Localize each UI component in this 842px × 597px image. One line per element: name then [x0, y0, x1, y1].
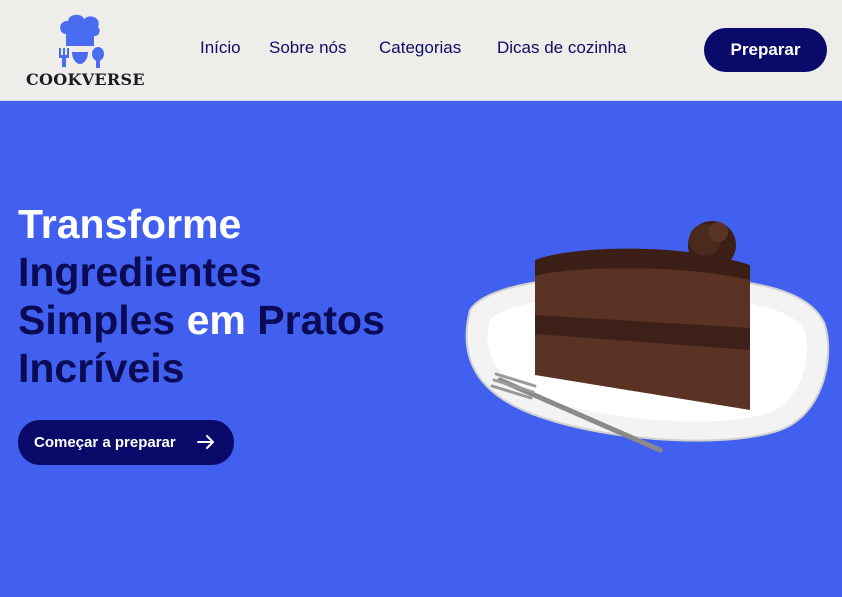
brand-name: COOKVERSE: [26, 70, 145, 89]
brand-logo[interactable]: COOKVERSE: [24, 10, 145, 90]
arrow-right-icon: [197, 435, 214, 449]
headline-line-3b: em: [186, 297, 258, 343]
headline-line-3a: Simples: [18, 297, 187, 343]
start-button-label: Começar a preparar: [34, 434, 176, 451]
chef-hat-utensils-icon: [59, 14, 104, 68]
headline-line-1: Transforme: [18, 201, 242, 247]
headline-line-3c: Pratos: [257, 297, 385, 343]
preparar-button[interactable]: Preparar: [704, 28, 827, 72]
headline-line-2: Ingredientes: [18, 249, 262, 295]
headline-line-4: Incríveis: [18, 345, 185, 391]
nav-dicas-de-cozinha[interactable]: Dicas de cozinha: [497, 38, 626, 58]
site-header: COOKVERSE Início Sobre nós Categorias Di…: [0, 0, 842, 101]
nav-categorias[interactable]: Categorias: [379, 38, 461, 58]
nav-inicio[interactable]: Início: [200, 38, 241, 58]
comecar-a-preparar-button[interactable]: Começar a preparar: [18, 420, 234, 465]
hero-headline: Transforme Ingredientes Simples em Prato…: [18, 200, 438, 392]
nav-sobre-nos[interactable]: Sobre nós: [269, 38, 347, 58]
chocolate-cake-image: [465, 221, 830, 453]
